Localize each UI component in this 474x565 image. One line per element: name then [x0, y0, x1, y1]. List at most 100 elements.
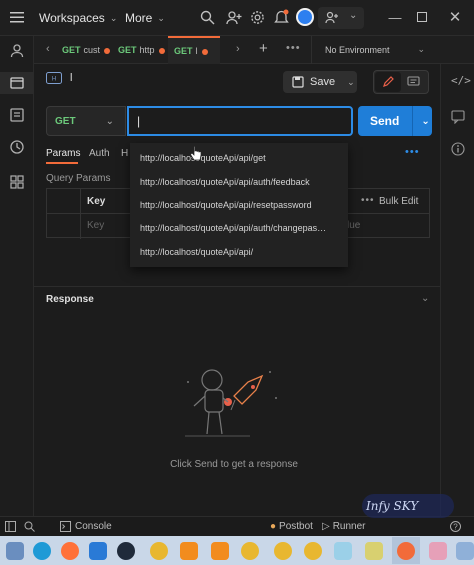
- runner-button[interactable]: ▷ Runner: [322, 521, 366, 532]
- send-button[interactable]: Send ⌄: [358, 106, 432, 136]
- more-menu[interactable]: More ⌄: [125, 11, 165, 25]
- minimize-icon[interactable]: —: [386, 9, 404, 27]
- tab-headers[interactable]: H: [121, 148, 128, 159]
- workspaces-label: Workspaces: [39, 11, 105, 25]
- response-title: Response: [46, 294, 94, 305]
- avatar[interactable]: [296, 8, 314, 26]
- chrome-profile-icon[interactable]: [241, 542, 259, 560]
- chevron-down-icon: ⌄: [105, 115, 114, 127]
- chrome-icon[interactable]: [150, 542, 168, 560]
- tab-label: cust: [83, 45, 101, 55]
- tab-request-3-active[interactable]: GET l: [168, 36, 220, 64]
- save-label: Save: [310, 76, 336, 88]
- more-options-icon[interactable]: •••: [405, 146, 420, 158]
- save-disk-icon: [292, 76, 304, 88]
- more-label: More: [125, 11, 153, 25]
- photos-icon[interactable]: [334, 542, 352, 560]
- url-input[interactable]: |: [127, 106, 353, 136]
- xampp-control-icon[interactable]: [211, 542, 229, 560]
- maximize-icon[interactable]: [417, 12, 427, 22]
- history-icon[interactable]: [8, 138, 26, 156]
- user-add-icon: [325, 11, 338, 24]
- watermark-text: Infy SKY: [366, 499, 419, 513]
- edge-browser-icon[interactable]: [33, 542, 51, 560]
- unsaved-dot-icon: [158, 47, 165, 54]
- tab-params[interactable]: Params: [46, 148, 80, 159]
- vscode-icon[interactable]: [89, 542, 107, 560]
- tab-method: GET: [62, 45, 81, 55]
- react-icon[interactable]: [117, 542, 135, 560]
- find-replace-icon[interactable]: [24, 521, 35, 532]
- title-bar: Workspaces ⌄ More ⌄ ⌄ — ✕: [0, 0, 474, 36]
- chevron-down-icon[interactable]: ⌄: [421, 116, 429, 127]
- notes-icon[interactable]: [365, 542, 383, 560]
- console-button[interactable]: Console: [60, 521, 112, 532]
- edit-mode-button[interactable]: [375, 72, 401, 92]
- help-icon[interactable]: ?: [450, 521, 461, 532]
- info-icon[interactable]: [451, 142, 465, 156]
- suggestion-item[interactable]: http://localhost/quoteApi/api/auth/chang…: [140, 223, 345, 233]
- suggestion-item[interactable]: http://localhost/quoteApi/api/get: [140, 153, 345, 163]
- suggestion-item[interactable]: http://localhost/quoteApi/api/resetpassw…: [140, 200, 345, 210]
- postman-icon[interactable]: [397, 542, 415, 560]
- method-select[interactable]: GET ⌄: [46, 106, 126, 136]
- console-icon: [60, 521, 71, 532]
- comment-icon[interactable]: [407, 76, 420, 88]
- unsaved-dot-icon: [201, 48, 208, 55]
- file-explorer-icon[interactable]: [6, 542, 24, 560]
- hamburger-menu-icon[interactable]: [10, 11, 24, 23]
- collections-icon[interactable]: [8, 74, 26, 92]
- request-name[interactable]: l: [70, 72, 72, 84]
- suggestion-item[interactable]: http://localhost/quoteApi/api/auth/feedb…: [140, 177, 345, 187]
- chevron-right-icon[interactable]: ›: [236, 43, 240, 55]
- postbot-button[interactable]: ● Postbot: [270, 521, 313, 532]
- empty-response-message: Click Send to get a response: [170, 459, 298, 470]
- apis-grid-icon[interactable]: [8, 173, 26, 191]
- close-icon[interactable]: ✕: [446, 9, 464, 27]
- chrome-window-icon[interactable]: [274, 542, 292, 560]
- environments-icon[interactable]: [8, 106, 26, 124]
- new-tab-plus-icon[interactable]: +: [259, 40, 268, 57]
- chevron-down-icon[interactable]: ⌄: [347, 77, 355, 88]
- environment-selector[interactable]: No Environment ⌄: [325, 44, 425, 55]
- notification-bell-icon[interactable]: [274, 9, 289, 25]
- tab-request-2[interactable]: GET http: [118, 36, 165, 64]
- chevron-down-icon[interactable]: ⌄: [421, 293, 429, 304]
- firefox-icon[interactable]: [61, 542, 79, 560]
- xampp-icon[interactable]: [180, 542, 198, 560]
- bulk-edit-button[interactable]: Bulk Edit: [379, 196, 418, 207]
- save-button[interactable]: Save ⌄: [283, 71, 357, 93]
- account-menu[interactable]: ⌄: [318, 7, 364, 29]
- tab-auth[interactable]: Auth: [89, 148, 110, 159]
- search-icon[interactable]: [200, 10, 215, 25]
- chevron-down-icon: ⌄: [349, 10, 358, 21]
- user-icon[interactable]: [8, 42, 26, 60]
- paint-icon[interactable]: [429, 542, 447, 560]
- comments-icon[interactable]: [451, 110, 465, 124]
- divider: [311, 36, 312, 64]
- tab-method: GET: [174, 46, 193, 56]
- chevron-left-icon[interactable]: ‹: [46, 43, 50, 55]
- runner-icon: ▷: [322, 521, 330, 532]
- sidebar-toggle-icon[interactable]: [5, 521, 16, 532]
- tab-request-1[interactable]: GET cust: [62, 36, 111, 64]
- key-column-header: Key: [87, 196, 106, 207]
- request-name-row: H l: [46, 72, 72, 84]
- chevron-down-icon: ⌄: [109, 12, 118, 23]
- key-input-placeholder[interactable]: Key: [87, 220, 104, 231]
- tab-method: GET: [118, 45, 137, 55]
- gear-icon[interactable]: [250, 10, 265, 25]
- code-icon[interactable]: </>: [451, 74, 471, 87]
- active-tab-indicator: [46, 162, 78, 164]
- more-options-icon[interactable]: •••: [286, 42, 301, 54]
- value-input-placeholder[interactable]: lue: [347, 220, 360, 231]
- svg-text:H: H: [52, 77, 56, 83]
- more-options-icon[interactable]: •••: [361, 195, 375, 206]
- invite-user-icon[interactable]: [226, 10, 242, 26]
- url-suggestions-dropdown: http://localhost/quoteApi/api/get http:/…: [130, 143, 348, 267]
- suggestion-item[interactable]: http://localhost/quoteApi/api/: [140, 247, 345, 257]
- workspaces-menu[interactable]: Workspaces ⌄: [39, 11, 117, 25]
- chrome-app-icon[interactable]: [304, 542, 322, 560]
- app-icon[interactable]: [456, 542, 474, 560]
- runner-label: Runner: [332, 521, 366, 532]
